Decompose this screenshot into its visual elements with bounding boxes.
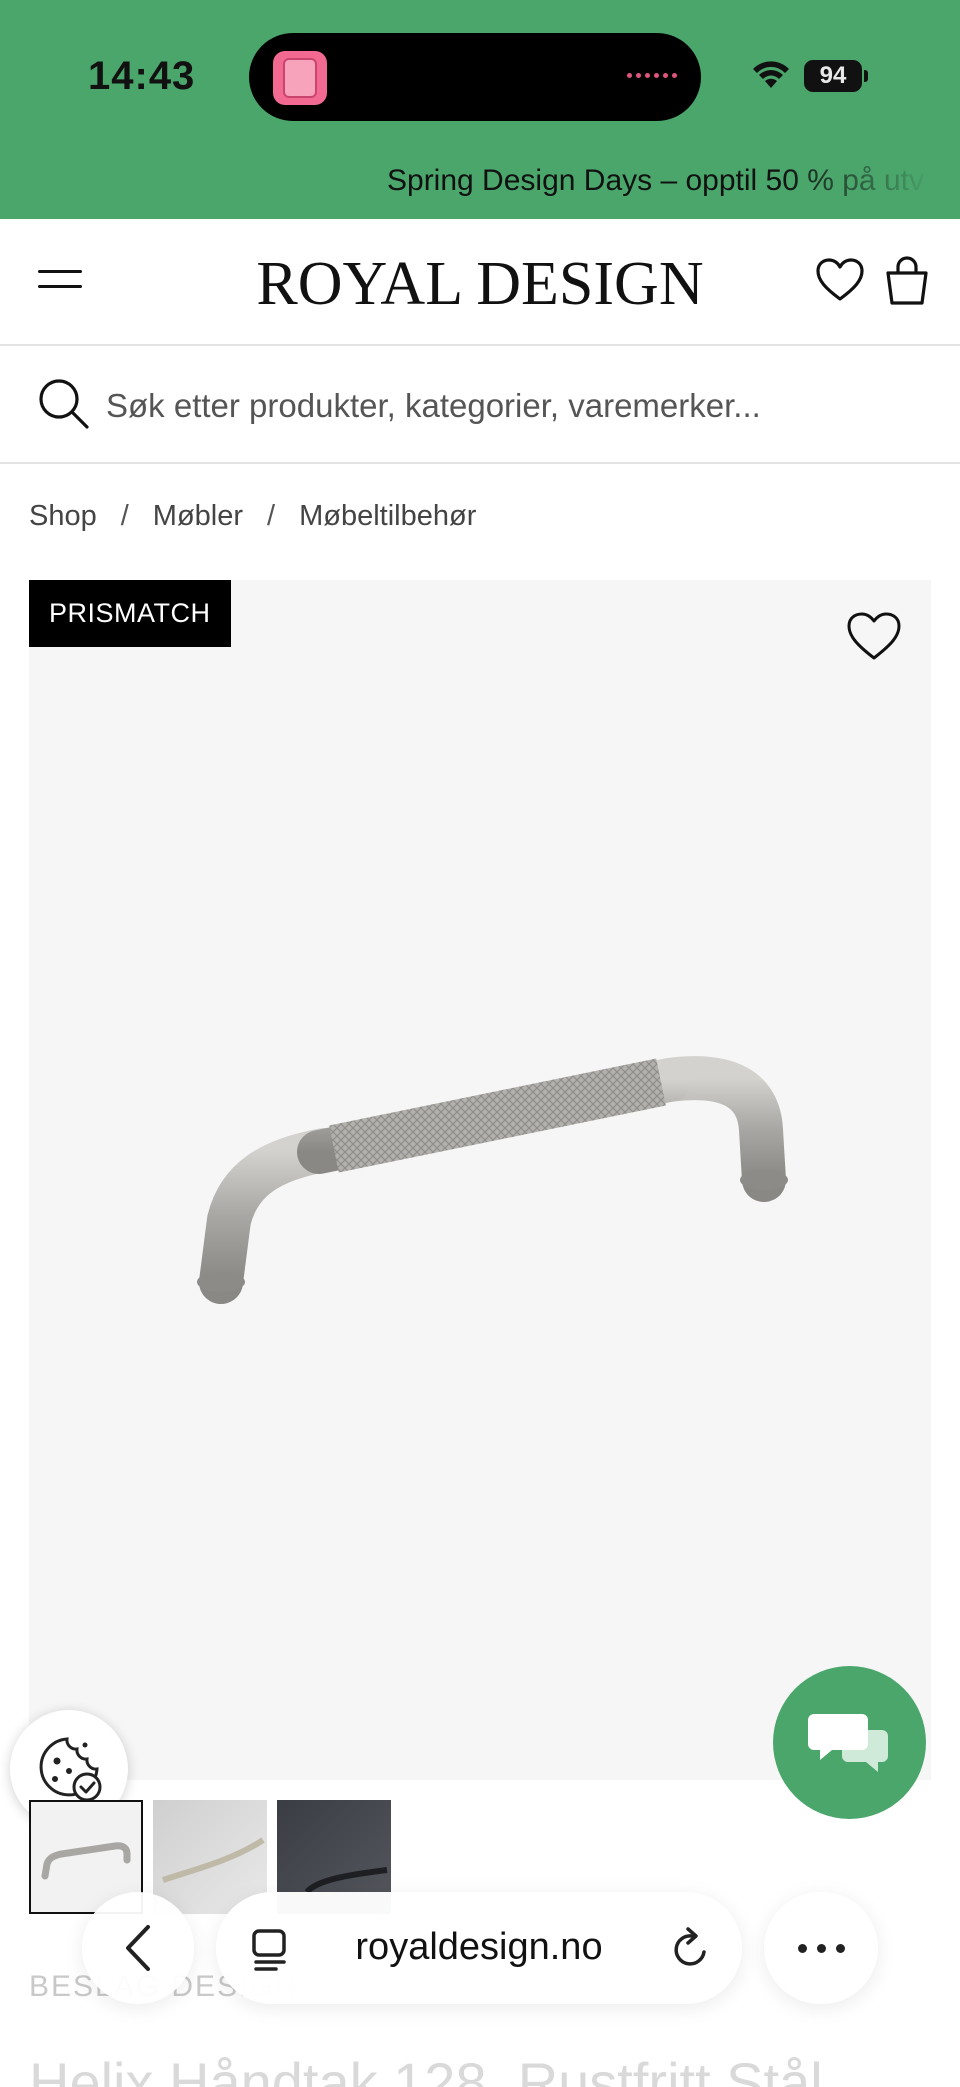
favorite-heart-icon[interactable]: [845, 610, 903, 662]
browser-back-button[interactable]: [82, 1892, 194, 2004]
wishlist-heart-icon[interactable]: [815, 257, 865, 303]
dynamic-island: [249, 33, 701, 121]
prismatch-badge: PRISMATCH: [29, 580, 231, 647]
chevron-left-icon: [126, 1925, 150, 1971]
product-image-handle: [197, 1056, 788, 1304]
activity-dots-icon: [627, 73, 677, 78]
product-title: Helix Håndtak 128, Rustfritt Stål: [29, 2051, 823, 2087]
breadcrumb: Shop / Møbler / Møbeltilbehør: [29, 500, 476, 533]
browser-url: royaldesign.no: [355, 1926, 603, 1968]
breadcrumb-separator: /: [120, 500, 129, 532]
product-gallery[interactable]: PRISMATCH: [29, 580, 931, 1780]
search-icon: [39, 379, 89, 429]
browser-address-bar[interactable]: royaldesign.no: [216, 1892, 742, 2004]
more-dot: [816, 1943, 826, 1953]
breadcrumb-mobeltilbehor[interactable]: Møbeltilbehør: [299, 500, 476, 533]
top-band: 14:43 94 Spring Design Days – opptil 50 …: [0, 0, 960, 219]
search-input[interactable]: [106, 376, 926, 436]
breadcrumb-mobler[interactable]: Møbler: [153, 500, 243, 533]
breadcrumb-separator: /: [267, 500, 276, 532]
cookie-icon: [39, 1737, 102, 1802]
app-icon: [273, 51, 327, 105]
reload-icon[interactable]: [670, 1926, 712, 1970]
wifi-icon: [753, 61, 789, 88]
browser-more-button[interactable]: [764, 1892, 878, 2004]
promo-fade: [780, 150, 960, 210]
battery-indicator: 94: [804, 60, 862, 92]
cart-bag-icon[interactable]: [884, 255, 930, 307]
status-time: 14:43: [88, 54, 196, 98]
chat-button[interactable]: [773, 1666, 926, 1819]
chat-bubbles-icon: [807, 1713, 888, 1772]
breadcrumb-shop[interactable]: Shop: [29, 500, 97, 533]
search-bar: [0, 346, 960, 464]
more-dot: [835, 1943, 845, 1953]
battery-cap: [864, 70, 868, 82]
more-dot: [797, 1943, 807, 1953]
site-header: ROYAL DESIGN: [0, 219, 960, 346]
